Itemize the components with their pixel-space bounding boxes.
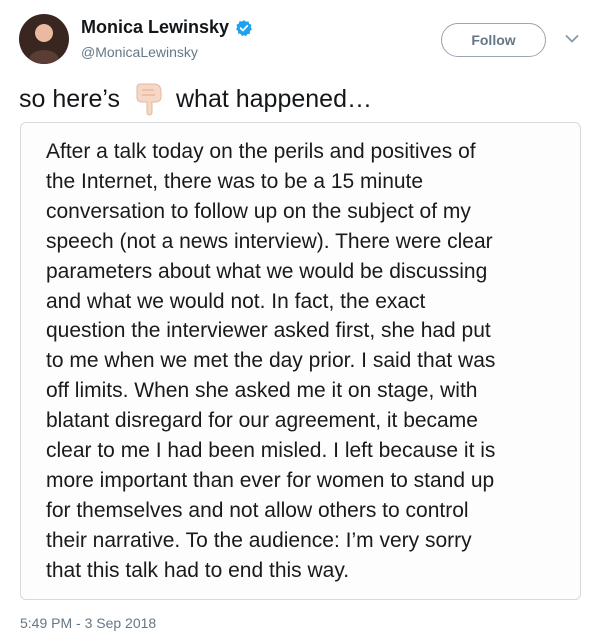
statement-line: parameters about what we would be discus… (46, 259, 488, 283)
statement-line: speech (not a news interview). There wer… (46, 229, 493, 253)
statement-line: blatant disregard for our agreement, it … (46, 409, 478, 433)
follow-button[interactable]: Follow (441, 23, 546, 57)
statement-line: question the interviewer asked first, sh… (46, 319, 491, 343)
statement-line: the Internet, there was to be a 15 minut… (46, 169, 424, 193)
avatar[interactable] (19, 14, 69, 64)
statement-line: off limits. When she asked me it on stag… (46, 379, 478, 403)
statement-line: their narrative. To the audience: I’m ve… (46, 528, 472, 552)
statement-line: more important than ever for women to st… (46, 468, 495, 492)
display-name[interactable]: Monica Lewinsky (81, 17, 229, 38)
user-handle[interactable]: @MonicaLewinsky (81, 44, 198, 60)
statement-line: After a talk today on the perils and pos… (46, 140, 476, 163)
chevron-down-icon[interactable] (565, 34, 579, 44)
statement-line: conversation to follow up on the subject… (46, 199, 471, 223)
statement-text: After a talk today on the perils and pos… (46, 137, 566, 586)
statement-line: for themselves and not allow others to c… (46, 498, 469, 522)
tweet-timestamp[interactable]: 5:49 PM - 3 Sep 2018 (20, 615, 156, 631)
statement-line: and what we would not. In fact, the exac… (46, 289, 426, 313)
name-row: Monica Lewinsky (81, 17, 253, 38)
statement-line: clear to me I had been misled. I left be… (46, 439, 496, 463)
tweet-text-after: what happened… (176, 84, 372, 113)
tweet-text: so here’s what happened… (19, 82, 372, 116)
tweet-header: Monica Lewinsky @MonicaLewinsky Follow (0, 0, 600, 80)
verified-badge-icon (236, 19, 252, 36)
tweet-text-before: so here’s (19, 84, 120, 113)
statement-line: to me when we met the day prior. I said … (46, 349, 496, 373)
statement-image[interactable]: After a talk today on the perils and pos… (20, 122, 581, 600)
pointing-down-icon (136, 83, 162, 116)
statement-line: that this talk had to end this way. (46, 558, 350, 582)
